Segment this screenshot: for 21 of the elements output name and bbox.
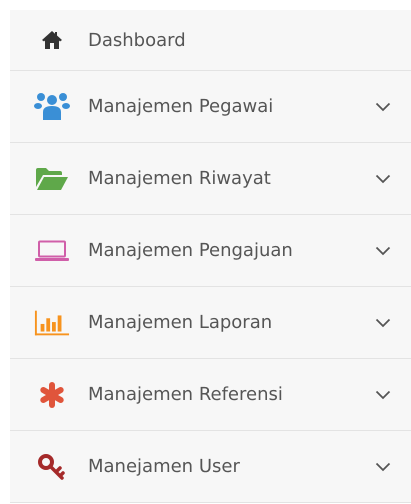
menu-label: Manajemen Referensi xyxy=(88,384,284,405)
menu-item[interactable]: Manajemen Riwayat xyxy=(10,143,411,215)
menu-label: Manajemen Pegawai xyxy=(88,96,274,117)
menu-label: Manajemen Laporan xyxy=(88,312,274,333)
users-icon xyxy=(34,92,70,122)
menu-label: Manejamen User xyxy=(88,456,241,477)
menu-item[interactable]: Dashboard xyxy=(10,10,411,71)
menu-item[interactable]: Manajemen Laporan xyxy=(10,287,411,359)
menu-item[interactable]: Manajemen Pengajuan xyxy=(10,215,411,287)
menu-label: Dashboard xyxy=(88,30,187,50)
home-icon xyxy=(41,30,63,50)
menu-item[interactable]: Manejamen User xyxy=(10,431,411,503)
asterisk-icon xyxy=(39,382,65,408)
laptop-icon xyxy=(34,240,70,262)
menu-label: Manajemen Pengajuan xyxy=(88,240,294,261)
menu-item[interactable]: Manajemen Referensi xyxy=(10,359,411,431)
menu-label: Manajemen Riwayat xyxy=(88,168,272,189)
menu-item[interactable]: Manajemen Pegawai xyxy=(10,71,411,143)
folder-icon xyxy=(35,166,69,190)
key-icon xyxy=(37,452,67,480)
chart-icon xyxy=(34,308,70,336)
